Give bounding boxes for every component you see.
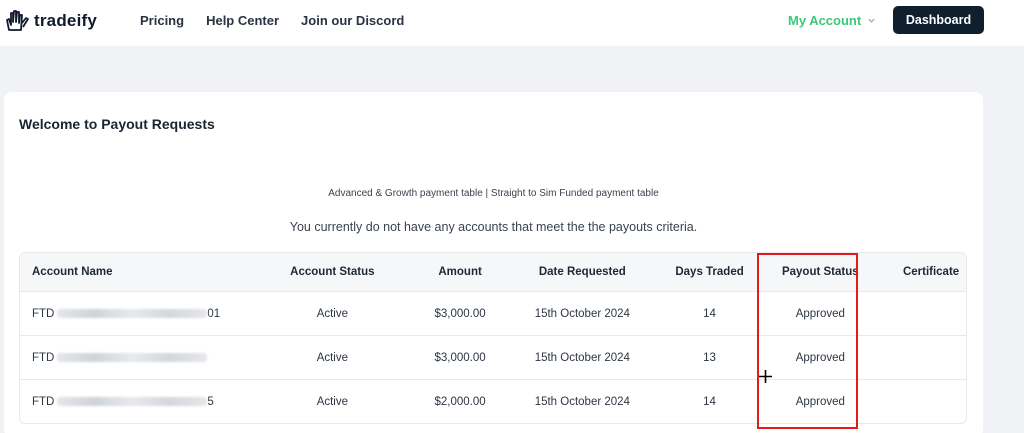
my-account-menu[interactable]: My Account [788, 13, 876, 28]
nav-link-help-center[interactable]: Help Center [206, 13, 279, 28]
brand-name: tradeify [34, 11, 98, 30]
header-date-requested: Date Requested [538, 266, 626, 278]
header-amount: Amount [438, 266, 482, 278]
table-row[interactable]: FTD Active $3,000.00 15th October 2024 1… [20, 335, 966, 379]
account-status-cell: Active [316, 307, 349, 320]
account-name-cell: FTD 01 [20, 308, 235, 320]
account-name-prefix: FTD [32, 307, 55, 320]
account-name-suffix: 5 [207, 395, 214, 408]
payout-status-cell: Approved [795, 351, 845, 364]
account-status-cell: Active [316, 351, 349, 364]
amount-cell: $3,000.00 [434, 351, 486, 364]
header-days-traded: Days Traded [675, 266, 744, 278]
hand-logo-icon [6, 10, 29, 31]
days-traded-cell: 14 [703, 307, 716, 320]
date-requested-cell: 15th October 2024 [534, 351, 630, 364]
redacted-account-id [57, 308, 208, 318]
account-name-cell: FTD [20, 352, 235, 364]
header-account-name: Account Name [32, 266, 113, 278]
account-status-cell: Active [316, 395, 349, 408]
date-requested-cell: 15th October 2024 [534, 395, 630, 408]
payment-table-links[interactable]: Advanced & Growth payment table | Straig… [4, 188, 983, 199]
days-traded-cell: 14 [703, 395, 716, 408]
table-header-row: Account Name Account Status Amount Date … [20, 253, 966, 291]
redacted-account-id [57, 352, 208, 362]
account-name-prefix: FTD [32, 351, 55, 364]
nav-link-pricing[interactable]: Pricing [140, 13, 184, 28]
top-navbar: tradeify Pricing Help Center Join our Di… [0, 0, 1024, 46]
page-title: Welcome to Payout Requests [19, 116, 215, 132]
nav-links: Pricing Help Center Join our Discord [140, 13, 404, 28]
payout-criteria-notice: You currently do not have any accounts t… [289, 220, 698, 234]
nav-link-discord[interactable]: Join our Discord [301, 13, 404, 28]
payout-status-cell: Approved [795, 307, 845, 320]
account-name-suffix: 01 [207, 307, 221, 320]
header-payout-status: Payout Status [781, 266, 859, 278]
crosshair-cursor-icon [759, 370, 772, 383]
header-account-status: Account Status [290, 266, 375, 278]
header-certificate: Certificate [902, 266, 960, 278]
payout-requests-card: Welcome to Payout Requests Advanced & Gr… [4, 92, 983, 433]
brand-logo[interactable]: tradeify [4, 8, 97, 34]
amount-cell: $3,000.00 [434, 307, 486, 320]
days-traded-cell: 13 [703, 351, 716, 364]
payout-status-cell: Approved [795, 395, 845, 408]
table-row[interactable]: FTD 5 Active $2,000.00 15th October 2024 … [20, 379, 966, 423]
account-name-cell: FTD 5 [20, 396, 235, 408]
account-name-prefix: FTD [32, 395, 55, 408]
payouts-table: Account Name Account Status Amount Date … [19, 252, 967, 424]
my-account-label: My Account [788, 13, 862, 28]
amount-cell: $2,000.00 [434, 395, 486, 408]
dashboard-button[interactable]: Dashboard [893, 6, 984, 34]
date-requested-cell: 15th October 2024 [534, 307, 630, 320]
table-row[interactable]: FTD 01 Active $3,000.00 15th October 2024… [20, 291, 966, 335]
redacted-account-id [57, 396, 208, 406]
chevron-down-icon [868, 18, 875, 23]
